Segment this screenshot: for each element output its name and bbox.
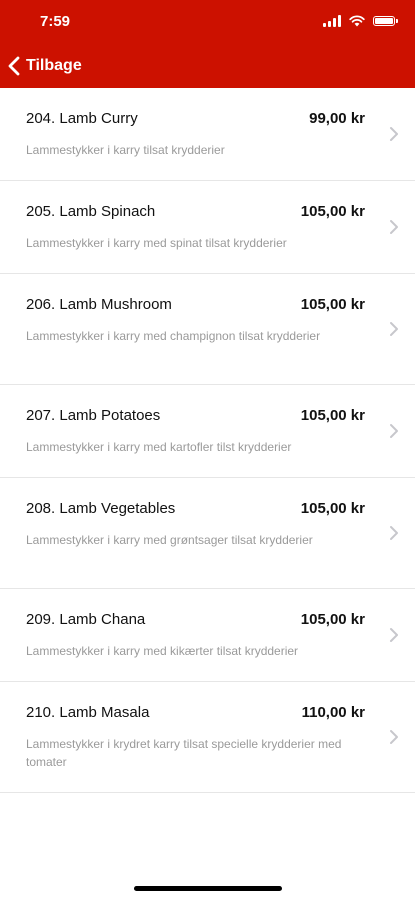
item-description: Lammestykker i krydret karry tilsat spec… xyxy=(26,737,342,769)
status-time: 7:59 xyxy=(40,13,71,30)
status-icons xyxy=(323,14,398,28)
item-price: 105,00 kr xyxy=(300,500,365,517)
item-price: 105,00 kr xyxy=(300,296,365,313)
chevron-right-icon xyxy=(390,730,398,744)
home-indicator[interactable] xyxy=(134,886,282,891)
item-description: Lammestykker i karry med grøntsager tils… xyxy=(26,533,313,547)
battery-icon xyxy=(373,16,398,26)
item-description: Lammestykker i karry med kikærter tilsat… xyxy=(26,644,299,658)
item-price: 105,00 kr xyxy=(300,611,365,628)
item-name: 208. Lamb Vegetables xyxy=(26,500,176,517)
chevron-right-icon xyxy=(390,127,398,141)
menu-item[interactable]: 209. Lamb Chana 105,00 kr Lammestykker i… xyxy=(0,589,415,682)
header-bar: 7:59 Tilbage xyxy=(0,0,415,88)
item-name: 207. Lamb Potatoes xyxy=(26,407,161,424)
chevron-right-icon xyxy=(390,322,398,336)
item-name: 205. Lamb Spinach xyxy=(26,203,156,220)
menu-item[interactable]: 207. Lamb Potatoes 105,00 kr Lammestykke… xyxy=(0,385,415,478)
item-price: 110,00 kr xyxy=(301,704,365,721)
item-price: 105,00 kr xyxy=(300,407,365,424)
chevron-right-icon xyxy=(390,526,398,540)
menu-item[interactable]: 208. Lamb Vegetables 105,00 kr Lammestyk… xyxy=(0,478,415,589)
chevron-right-icon xyxy=(390,220,398,234)
menu-item[interactable]: 206. Lamb Mushroom 105,00 kr Lammestykke… xyxy=(0,274,415,385)
back-label: Tilbage xyxy=(26,57,82,74)
back-button[interactable]: Tilbage xyxy=(8,52,82,80)
menu-list: 204. Lamb Curry 99,00 kr Lammestykker i … xyxy=(0,88,415,793)
menu-item[interactable]: 204. Lamb Curry 99,00 kr Lammestykker i … xyxy=(0,88,415,181)
item-price: 99,00 kr xyxy=(309,110,365,127)
item-description: Lammestykker i karry med champignon tils… xyxy=(26,329,321,343)
chevron-left-icon xyxy=(8,56,20,76)
item-description: Lammestykker i karry tilsat krydderier xyxy=(26,143,225,157)
chevron-right-icon xyxy=(390,424,398,438)
item-name: 210. Lamb Masala xyxy=(26,704,150,721)
item-description: Lammestykker i karry med spinat tilsat k… xyxy=(26,236,287,250)
item-price: 105,00 kr xyxy=(300,203,365,220)
item-name: 206. Lamb Mushroom xyxy=(26,296,172,313)
item-description: Lammestykker i karry med kartofler tilst… xyxy=(26,440,292,454)
chevron-right-icon xyxy=(390,628,398,642)
signal-icon xyxy=(323,15,341,27)
wifi-icon xyxy=(349,15,365,27)
item-name: 204. Lamb Curry xyxy=(26,110,138,127)
item-name: 209. Lamb Chana xyxy=(26,611,146,628)
menu-item[interactable]: 210. Lamb Masala 110,00 kr Lammestykker … xyxy=(0,682,415,793)
menu-item[interactable]: 205. Lamb Spinach 105,00 kr Lammestykker… xyxy=(0,181,415,274)
